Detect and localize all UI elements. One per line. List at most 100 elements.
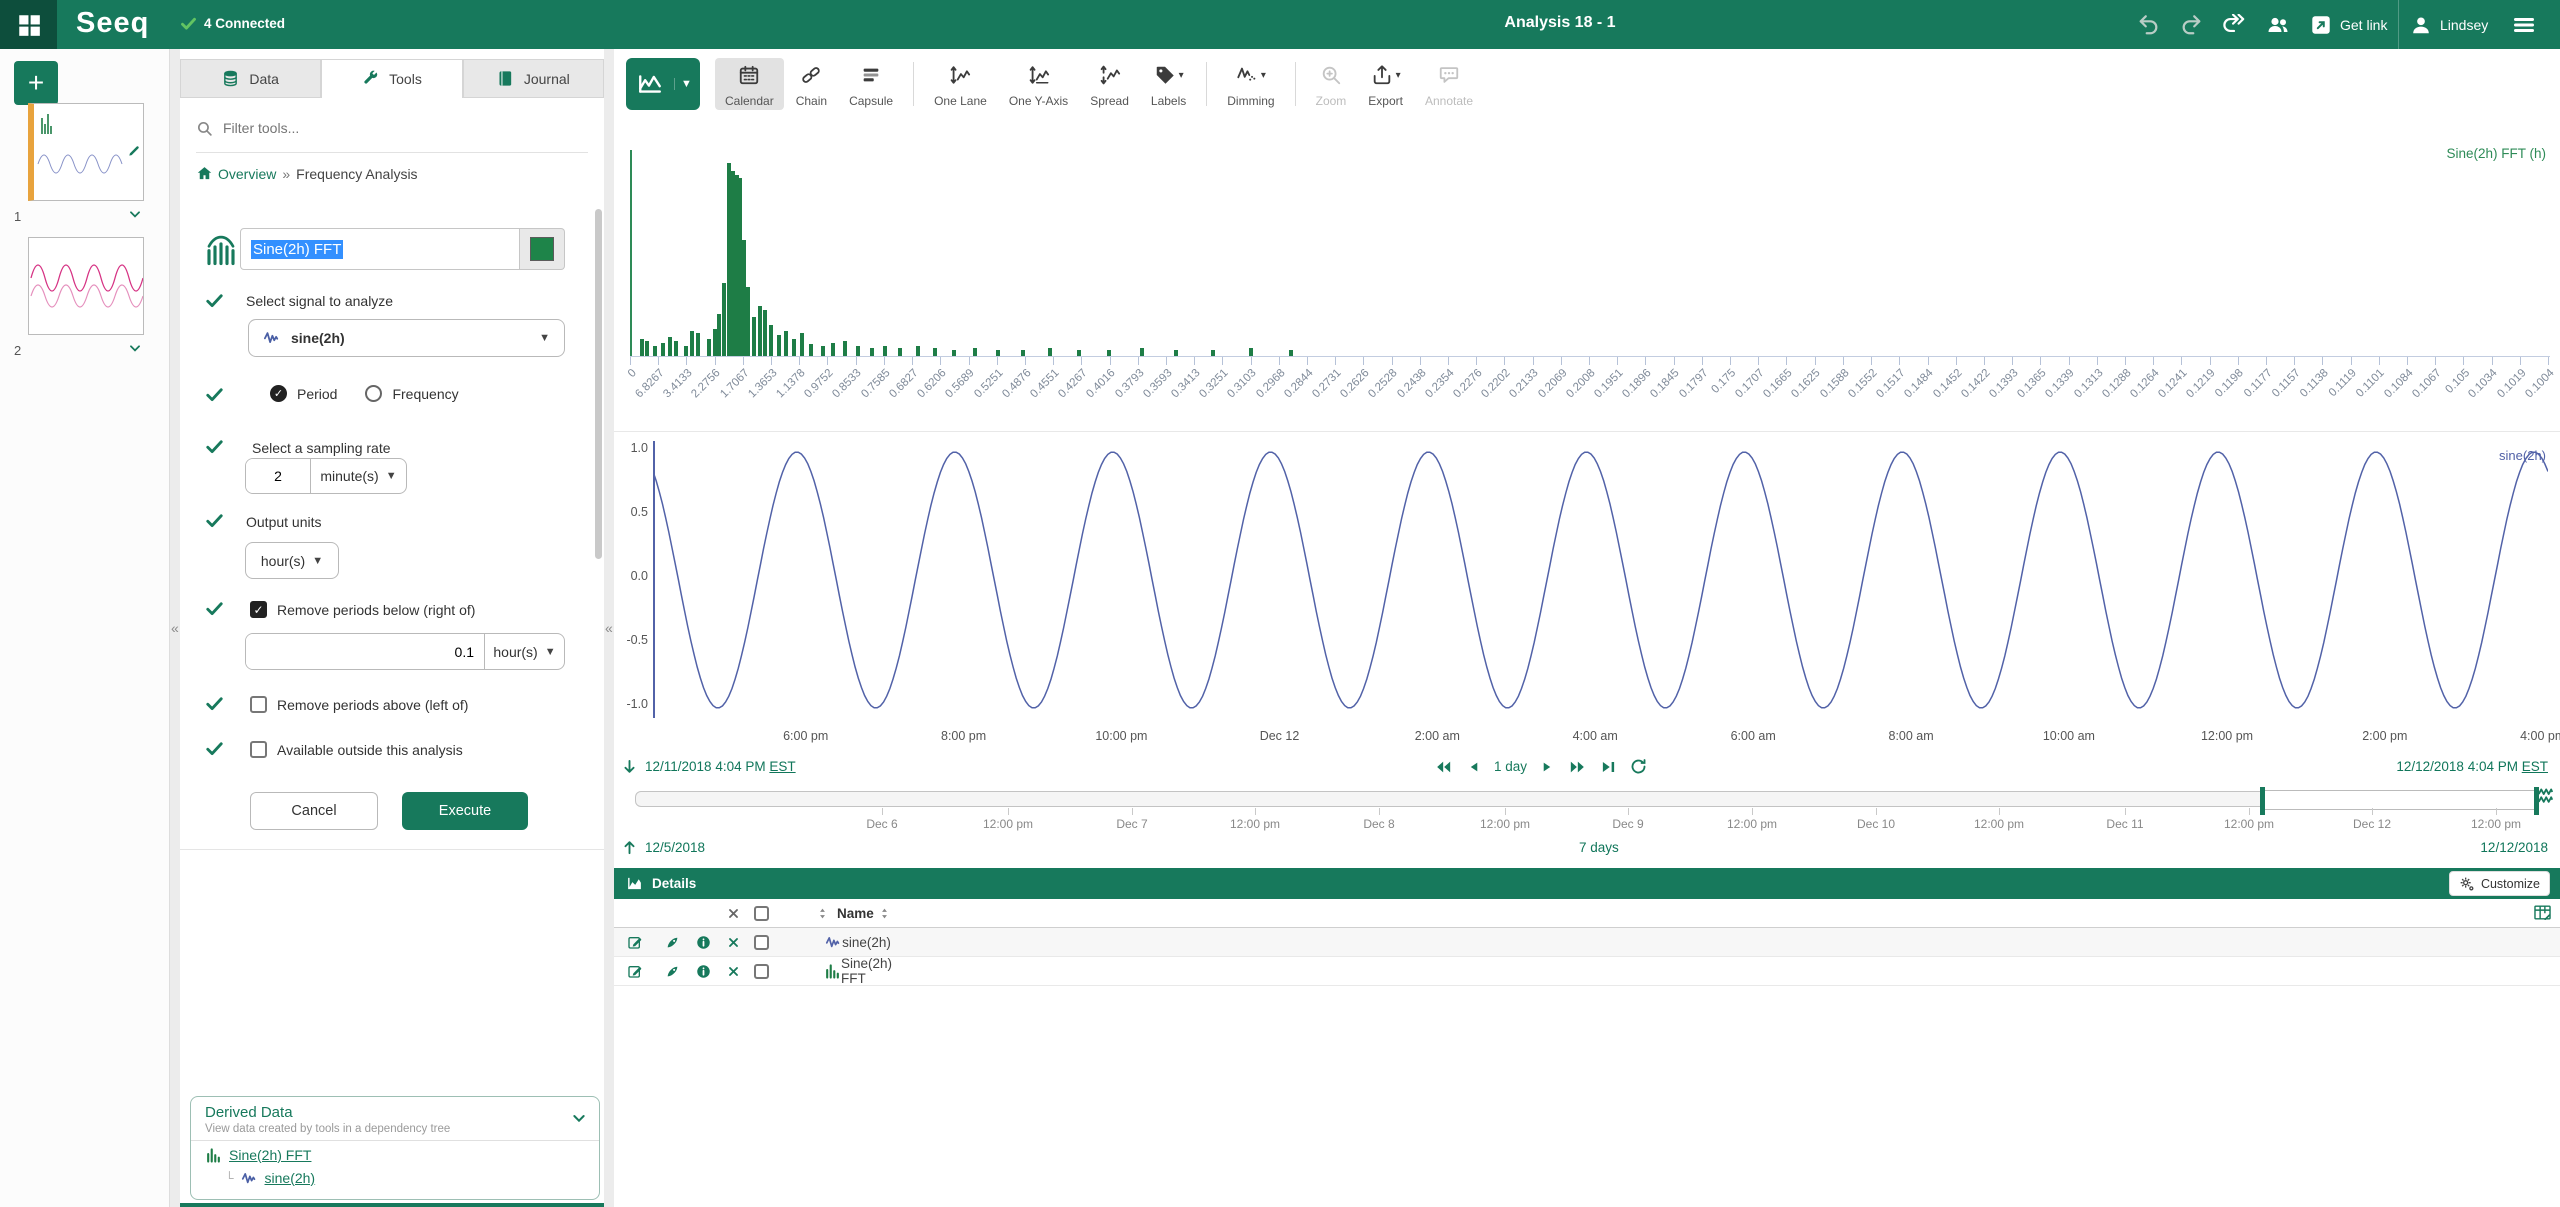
user-menu[interactable]: Lindsey — [2410, 14, 2488, 36]
sampling-rate-input[interactable] — [246, 459, 310, 493]
select-all-checkbox[interactable] — [754, 906, 769, 921]
worksheet-thumbnail-1[interactable] — [28, 103, 144, 201]
remove-item-button[interactable] — [727, 965, 740, 978]
derived-item-link[interactable]: Sine(2h) FFT — [229, 1147, 311, 1163]
tab-journal[interactable]: Journal — [463, 59, 604, 97]
customize-button[interactable]: Customize — [2449, 871, 2550, 896]
toolbar-calendar-button[interactable]: Calendar — [715, 58, 784, 110]
app-grid-button[interactable] — [0, 0, 57, 49]
available-outside-checkbox[interactable] — [250, 741, 267, 758]
investigate-duration[interactable]: 7 days — [1579, 840, 1619, 855]
toolbar-dimming-button[interactable]: ▾ Dimming — [1217, 58, 1284, 110]
investigate-start[interactable]: 12/5/2018 — [622, 840, 705, 855]
derived-data-header[interactable]: Derived Data View data created by tools … — [191, 1097, 599, 1141]
name-column-header[interactable]: Name — [837, 906, 874, 921]
edit-item-button[interactable] — [627, 963, 643, 979]
tab-tools[interactable]: Tools — [321, 59, 462, 97]
fft-bar — [933, 348, 937, 356]
step-back-large-button[interactable] — [1434, 759, 1453, 775]
worksheet-1-menu-chevron[interactable] — [128, 205, 142, 223]
worksheet-thumbnail-2[interactable] — [28, 237, 144, 335]
range-start[interactable]: 12/11/2018 4:04 PM EST — [622, 759, 796, 774]
period-radio[interactable]: ✓ — [270, 385, 287, 402]
add-worksheet-button[interactable]: + — [14, 61, 58, 105]
remove-all-button[interactable] — [727, 907, 740, 920]
fft-tick — [2125, 357, 2126, 365]
sine-line-chart[interactable] — [653, 445, 2548, 718]
remove-below-input[interactable] — [246, 634, 484, 669]
auto-update-button[interactable] — [2537, 786, 2554, 805]
sampling-unit-select[interactable]: minute(s)▼ — [310, 459, 406, 493]
collapse-left-handle[interactable]: « — [171, 620, 179, 636]
range-duration[interactable]: 1 day — [1494, 759, 1527, 774]
breadcrumb-overview-link[interactable]: Overview — [196, 165, 276, 182]
toolbar-capsule-button[interactable]: Capsule — [839, 58, 903, 110]
toolbar-chain-button[interactable]: Chain — [786, 58, 837, 110]
remove-item-button[interactable] — [727, 936, 740, 949]
toolbar-spread-button[interactable]: Spread — [1080, 58, 1139, 110]
users-button[interactable] — [2266, 13, 2290, 37]
table-settings-icon[interactable] — [2533, 903, 2552, 922]
get-link-button[interactable]: Get link — [2310, 14, 2387, 36]
edit-item-button[interactable] — [627, 934, 643, 950]
step-forward-button[interactable] — [1541, 759, 1554, 775]
edit-worksheet-icon[interactable] — [127, 142, 141, 160]
redo-button[interactable] — [2180, 14, 2202, 36]
signal-select[interactable]: sine(2h) ▼ — [248, 319, 565, 357]
tab-data[interactable]: Data — [180, 59, 321, 97]
collapse-tools-handle[interactable]: « — [605, 620, 613, 636]
derived-item-link[interactable]: sine(2h) — [265, 1170, 316, 1186]
toolbar-one-y-axis-button[interactable]: One Y-Axis — [999, 58, 1078, 110]
connection-status[interactable]: 4 Connected — [180, 15, 285, 32]
search-icon — [196, 120, 213, 137]
view-mode-button[interactable]: ▼ — [626, 58, 700, 110]
remove-above-checkbox[interactable] — [250, 696, 267, 713]
timeline-selection[interactable] — [2263, 790, 2536, 810]
toolbar-labels-button[interactable]: ▾ Labels — [1141, 58, 1196, 110]
tool-name-input[interactable]: Sine(2h) FFT — [240, 228, 520, 270]
worksheet-title: Analysis 18 - 1 — [1410, 14, 1710, 32]
panel-scrollbar[interactable] — [595, 209, 602, 559]
row-checkbox[interactable] — [754, 935, 769, 950]
step-back-button[interactable] — [1467, 759, 1480, 775]
breadcrumb-current: Frequency Analysis — [296, 166, 417, 182]
hamburger-menu[interactable] — [2512, 13, 2536, 37]
row-checkbox[interactable] — [754, 964, 769, 979]
available-outside-label: Available outside this analysis — [277, 742, 463, 758]
fft-bar — [668, 337, 672, 356]
toolbar-export-button[interactable]: ▾ Export — [1358, 58, 1413, 110]
sort-button[interactable] — [816, 907, 829, 920]
worksheet-2-menu-chevron[interactable] — [128, 339, 142, 357]
sine-legend[interactable]: sine(2h) — [2499, 448, 2546, 463]
refresh-button[interactable] — [1630, 758, 1647, 775]
toolbar-one-lane-button[interactable]: One Lane — [924, 58, 997, 110]
remove-below-unit-select[interactable]: hour(s)▼ — [484, 634, 564, 669]
seeq-logo[interactable]: Seeq — [76, 7, 149, 40]
undo-button[interactable] — [2138, 14, 2160, 36]
sort-name-button[interactable] — [878, 907, 891, 920]
cancel-button[interactable]: Cancel — [250, 792, 378, 830]
item-info-button[interactable] — [696, 964, 711, 979]
remove-below-checkbox[interactable]: ✓ — [250, 601, 267, 618]
filter-tools-input[interactable] — [223, 120, 553, 136]
go-to-end-button[interactable] — [1601, 759, 1616, 775]
investigate-item-button[interactable] — [665, 964, 680, 979]
color-picker-button[interactable] — [520, 228, 565, 270]
start-timezone[interactable]: EST — [769, 759, 795, 774]
view-mode-caret[interactable]: ▼ — [674, 78, 698, 90]
end-timezone[interactable]: EST — [2522, 759, 2548, 774]
range-end[interactable]: 12/12/2018 4:04 PM EST — [2396, 759, 2548, 774]
output-unit-select[interactable]: hour(s)▼ — [245, 542, 339, 579]
step-forward-large-button[interactable] — [1568, 759, 1587, 775]
execute-button[interactable]: Execute — [402, 792, 528, 830]
chevron-down-icon[interactable] — [571, 1109, 587, 1127]
restore-forward-button[interactable] — [2222, 14, 2246, 36]
item-info-button[interactable] — [696, 935, 711, 950]
fft-bar-chart[interactable] — [632, 156, 2548, 356]
frequency-radio[interactable] — [365, 385, 382, 402]
investigate-end[interactable]: 12/12/2018 — [2480, 840, 2548, 855]
investigate-item-button[interactable] — [665, 935, 680, 950]
details-row[interactable]: Sine(2h) FFT — [614, 957, 2560, 986]
details-row[interactable]: sine(2h) — [614, 928, 2560, 957]
timeline-track[interactable] — [635, 791, 2538, 807]
